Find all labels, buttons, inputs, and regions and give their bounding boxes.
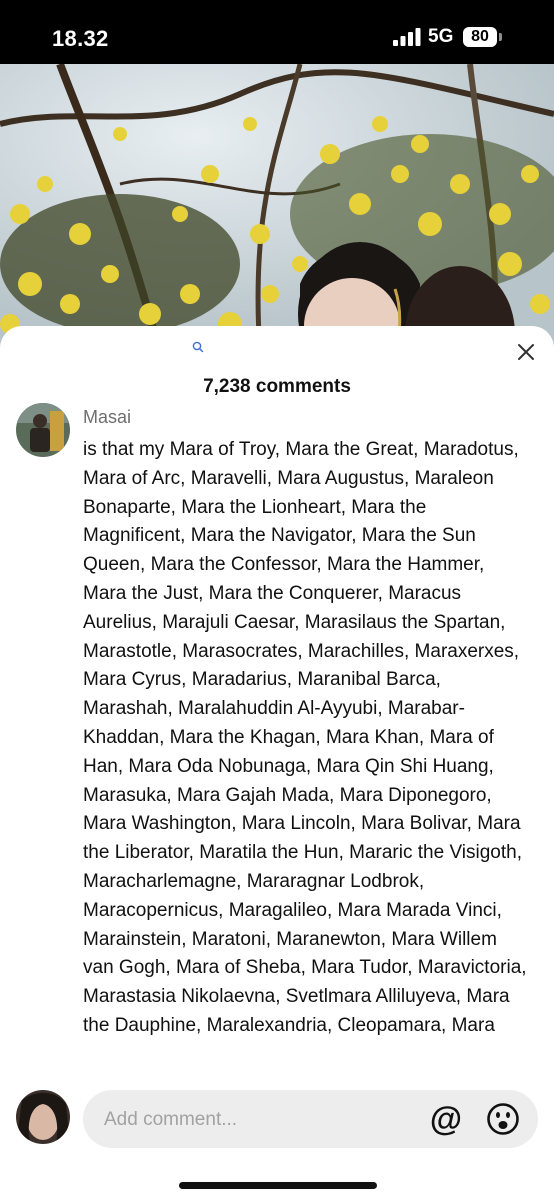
video-background[interactable] [0,64,554,354]
video-frame-image [0,64,554,354]
home-indicator[interactable] [179,1182,377,1189]
comment-author[interactable]: Masai [83,407,131,428]
status-time: 18.32 [52,26,109,51]
comments-sheet: 7,238 comments Masai is that my Mara of … [0,326,554,1200]
avatar[interactable] [16,403,70,457]
emoji-icon[interactable] [486,1102,520,1136]
comment-composer: Add comment... @ [0,1086,554,1200]
comments-count-title: 7,238 comments [203,376,351,397]
status-bar: 18.32 5G 80 [0,0,554,64]
comment-input[interactable]: Add comment... @ [83,1090,538,1148]
comment-text: is that my Mara of Troy, Mara the Great,… [83,439,527,1036]
battery-tip [499,33,502,41]
search-icon[interactable] [191,340,205,354]
close-icon[interactable] [514,340,538,364]
at-sign-icon[interactable]: @ [428,1101,464,1137]
battery-icon: 80 [463,27,497,47]
screen: 18.32 5G 80 7,238 comments Masai is that… [0,0,554,1200]
network-type: 5G [428,26,454,47]
current-user-avatar [16,1090,70,1144]
comment-input-placeholder: Add comment... [104,1109,238,1130]
signal-bars-icon [393,28,421,46]
